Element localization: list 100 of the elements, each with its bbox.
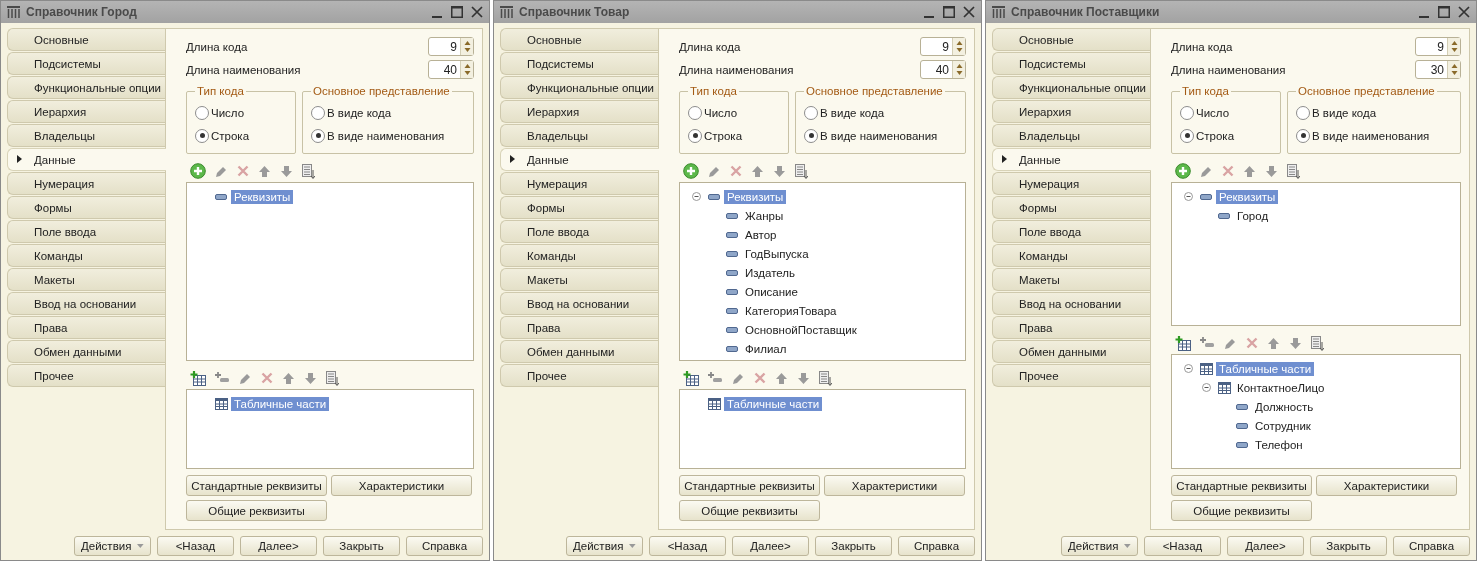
close-icon[interactable] xyxy=(471,6,483,18)
spin-arrows-icon[interactable] xyxy=(955,40,963,53)
number-field[interactable]: 9 xyxy=(428,37,474,56)
move-down-icon[interactable] xyxy=(304,371,317,385)
common-attributes-button[interactable]: Общие реквизиты xyxy=(186,500,327,521)
tree-item[interactable]: КатегорияТовара xyxy=(742,303,840,318)
tab[interactable]: Владельцы xyxy=(992,124,1150,147)
radio-label[interactable]: Строка xyxy=(211,129,250,142)
move-down-icon[interactable] xyxy=(1265,164,1278,178)
tab[interactable]: Подсистемы xyxy=(992,52,1150,75)
add-table-icon[interactable] xyxy=(190,370,206,386)
footer-button[interactable]: Справка xyxy=(1393,536,1470,556)
add-child-icon[interactable] xyxy=(1200,337,1215,349)
tab[interactable]: Ввод на основании xyxy=(7,292,165,315)
number-field[interactable]: 9 xyxy=(920,37,966,56)
footer-button[interactable]: Далее> xyxy=(732,536,809,556)
characteristics-button[interactable]: Характеристики xyxy=(331,475,472,496)
footer-button[interactable]: <Назад xyxy=(649,536,726,556)
standard-attributes-button[interactable]: Стандартные реквизиты xyxy=(186,475,327,496)
tab[interactable]: Поле ввода xyxy=(500,220,658,243)
standard-attributes-button[interactable]: Стандартные реквизиты xyxy=(679,475,820,496)
delete-icon[interactable] xyxy=(237,165,249,177)
footer-button[interactable]: Закрыть xyxy=(815,536,892,556)
delete-icon[interactable] xyxy=(730,165,742,177)
tab[interactable]: Команды xyxy=(7,244,165,267)
collapse-icon[interactable] xyxy=(691,192,701,201)
tab[interactable]: Обмен данными xyxy=(992,340,1150,363)
radio-button[interactable] xyxy=(311,128,325,143)
move-up-icon[interactable] xyxy=(1243,164,1256,178)
actions-button[interactable]: Действия xyxy=(566,536,643,556)
pencil-icon[interactable] xyxy=(1224,336,1237,350)
radio-button[interactable] xyxy=(195,128,209,143)
tab[interactable]: Данные xyxy=(7,148,166,171)
pencil-icon[interactable] xyxy=(1200,164,1213,178)
move-up-icon[interactable] xyxy=(1267,336,1280,350)
footer-button[interactable]: Закрыть xyxy=(323,536,400,556)
tree-item[interactable]: Телефон xyxy=(1252,437,1306,452)
tab[interactable]: Формы xyxy=(500,196,658,219)
tab[interactable]: Иерархия xyxy=(500,100,658,123)
radio-label[interactable]: В виде наименования xyxy=(1312,129,1430,142)
move-down-icon[interactable] xyxy=(773,164,786,178)
tree-item[interactable]: КонтактноеЛицо xyxy=(1234,380,1328,395)
delete-icon[interactable] xyxy=(1246,337,1258,349)
add-icon[interactable] xyxy=(190,163,206,179)
move-down-icon[interactable] xyxy=(797,371,810,385)
radio-label[interactable]: В виде кода xyxy=(820,106,885,119)
tab[interactable]: Иерархия xyxy=(992,100,1150,123)
radio-label[interactable]: В виде наименования xyxy=(327,129,445,142)
tab[interactable]: Основные xyxy=(500,28,658,51)
tree-item[interactable]: Жанры xyxy=(742,208,787,223)
radio-label[interactable]: Число xyxy=(1196,106,1230,119)
add-child-icon[interactable] xyxy=(708,372,723,384)
close-icon[interactable] xyxy=(963,6,975,18)
tab[interactable]: Данные xyxy=(500,148,659,171)
radio-label[interactable]: Строка xyxy=(704,129,743,142)
actions-button[interactable]: Действия xyxy=(1061,536,1138,556)
tab[interactable]: Данные xyxy=(992,148,1151,171)
tab[interactable]: Подсистемы xyxy=(7,52,165,75)
footer-button[interactable]: Далее> xyxy=(240,536,317,556)
tab[interactable]: Прочее xyxy=(500,364,658,387)
tab[interactable]: Обмен данными xyxy=(500,340,658,363)
tab[interactable]: Иерархия xyxy=(7,100,165,123)
tree-item[interactable]: ОсновнойПоставщик xyxy=(742,322,860,337)
tab[interactable]: Права xyxy=(7,316,165,339)
number-field[interactable]: 40 xyxy=(428,60,474,79)
radio-button[interactable] xyxy=(804,105,818,120)
radio-button[interactable] xyxy=(195,105,209,120)
tab[interactable]: Функциональные опции xyxy=(992,76,1150,99)
tree-item[interactable]: Автор xyxy=(742,227,780,242)
radio-label[interactable]: В виде наименования xyxy=(820,129,938,142)
tab[interactable]: Владельцы xyxy=(500,124,658,147)
characteristics-button[interactable]: Характеристики xyxy=(824,475,965,496)
tab[interactable]: Владельцы xyxy=(7,124,165,147)
pencil-icon[interactable] xyxy=(215,164,228,178)
tab[interactable]: Команды xyxy=(500,244,658,267)
number-field[interactable]: 30 xyxy=(1415,60,1461,79)
footer-button[interactable]: Далее> xyxy=(1227,536,1304,556)
tree-item[interactable]: ГодВыпуска xyxy=(742,246,812,261)
tab[interactable]: Макеты xyxy=(992,268,1150,291)
tab[interactable]: Формы xyxy=(992,196,1150,219)
tab[interactable]: Поле ввода xyxy=(7,220,165,243)
spin-arrows-icon[interactable] xyxy=(1450,63,1458,76)
radio-button[interactable] xyxy=(804,128,818,143)
radio-label[interactable]: В виде кода xyxy=(327,106,392,119)
radio-label[interactable]: В виде кода xyxy=(1312,106,1377,119)
tab[interactable]: Основные xyxy=(7,28,165,51)
spin-arrows-icon[interactable] xyxy=(463,63,471,76)
radio-button[interactable] xyxy=(1296,105,1310,120)
move-up-icon[interactable] xyxy=(775,371,788,385)
tree-item[interactable]: Город xyxy=(1234,208,1272,223)
tab[interactable]: Макеты xyxy=(500,268,658,291)
add-child-icon[interactable] xyxy=(215,372,230,384)
tab[interactable]: Ввод на основании xyxy=(992,292,1150,315)
tab[interactable]: Обмен данными xyxy=(7,340,165,363)
radio-label[interactable]: Число xyxy=(704,106,738,119)
footer-button[interactable]: <Назад xyxy=(1144,536,1221,556)
common-attributes-button[interactable]: Общие реквизиты xyxy=(679,500,820,521)
sort-list-icon[interactable] xyxy=(302,163,315,179)
radio-button[interactable] xyxy=(688,105,702,120)
move-up-icon[interactable] xyxy=(751,164,764,178)
